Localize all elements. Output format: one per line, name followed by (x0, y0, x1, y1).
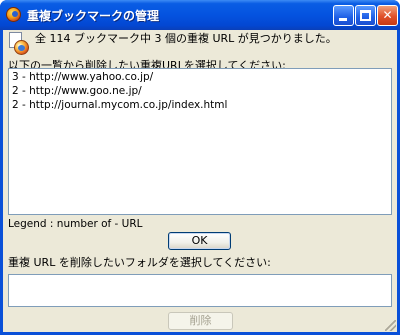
minimize-icon (339, 18, 347, 21)
maximize-icon (360, 10, 371, 21)
close-icon: ✕ (382, 8, 393, 22)
ok-button[interactable]: OK (168, 232, 231, 250)
close-button[interactable]: ✕ (377, 5, 398, 26)
folder-list[interactable] (8, 274, 392, 307)
resize-grip[interactable] (385, 320, 396, 331)
maximize-button[interactable] (355, 5, 376, 26)
window-title: 重複ブックマークの管理 (27, 9, 160, 23)
legend-text: Legend : number of - URL (8, 218, 143, 230)
title-bar[interactable]: 重複ブックマークの管理 ✕ (0, 0, 400, 30)
list-item[interactable]: 2 - http://journal.mycom.co.jp/index.htm… (12, 98, 227, 112)
list-item[interactable]: 3 - http://www.yahoo.co.jp/ (12, 70, 153, 84)
minimize-button[interactable] (333, 5, 354, 26)
duplicate-url-list[interactable]: 3 - http://www.yahoo.co.jp/ 2 - http://w… (8, 68, 392, 215)
list-item[interactable]: 2 - http://www.goo.ne.jp/ (12, 84, 142, 98)
folder-prompt: 重複 URL を削除したいフォルダを選択してください: (8, 256, 271, 269)
dialog-window: 重複ブックマークの管理 ✕ 全 114 ブックマーク中 3 個の重複 URL が… (0, 0, 400, 335)
delete-button[interactable]: 削除 (168, 312, 233, 330)
summary-text: 全 114 ブックマーク中 3 個の重複 URL が見つかりました。 (35, 32, 337, 45)
bookmark-info-icon (7, 32, 31, 56)
firefox-icon (6, 7, 21, 22)
dialog-body: 全 114 ブックマーク中 3 個の重複 URL が見つかりました。 以下の一覧… (3, 30, 397, 332)
